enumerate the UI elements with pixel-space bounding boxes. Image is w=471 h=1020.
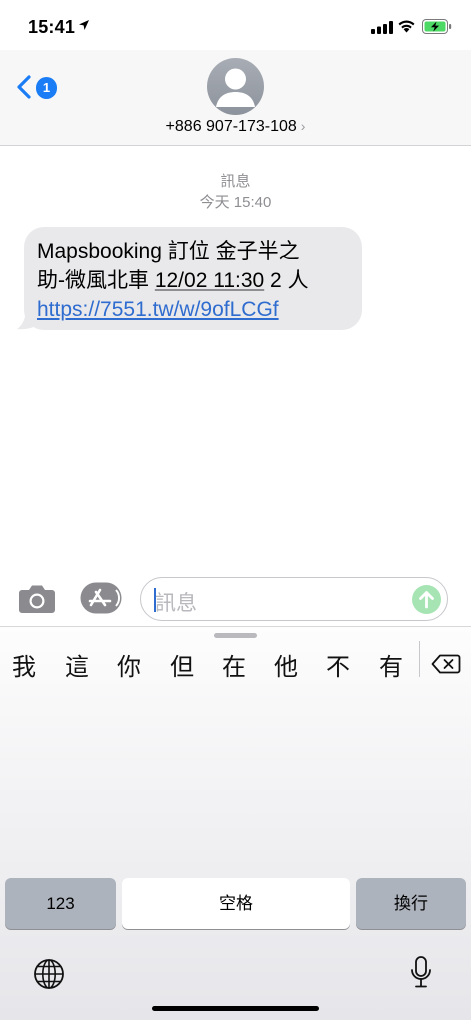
candidate-word[interactable]: 在 (222, 647, 246, 682)
wifi-icon (398, 20, 415, 33)
send-button[interactable] (412, 585, 441, 614)
message-input[interactable]: 訊息 (140, 577, 448, 621)
delete-icon[interactable] (431, 654, 461, 674)
candidate-word[interactable]: 他 (274, 647, 298, 682)
globe-icon[interactable] (33, 958, 65, 990)
camera-icon (19, 585, 55, 613)
message-line-2: 助-微風北車 12/02 11:30 2 人 (37, 266, 350, 295)
candidate-word[interactable]: 但 (170, 647, 194, 682)
location-arrow-icon (79, 20, 89, 30)
app-store-icon (80, 582, 122, 614)
numbers-key[interactable]: 123 (5, 878, 116, 929)
home-indicator[interactable] (152, 1006, 319, 1011)
message-text: 助-微風北車 (37, 269, 155, 292)
back-button[interactable]: 1 (16, 72, 60, 102)
send-arrow-icon (419, 591, 434, 609)
person-silhouette-icon (216, 68, 255, 107)
chevron-left-icon (17, 75, 31, 99)
contact-number: +886 907-173-108 (165, 118, 297, 135)
microphone-icon[interactable] (409, 955, 433, 991)
camera-button[interactable] (18, 584, 56, 614)
message-timestamp: 今天 15:40 (199, 194, 272, 211)
candidate-word[interactable]: 有 (379, 647, 403, 682)
message-line-1: Mapsbooking 訂位 金子半之 (37, 240, 300, 263)
candidate-word[interactable]: 這 (65, 647, 89, 682)
service-label: 訊息 (220, 173, 251, 190)
battery-charging-icon (422, 19, 452, 34)
contact-avatar[interactable] (207, 58, 264, 115)
message-composer: 訊息 (0, 572, 471, 624)
status-time: 15:41 (28, 17, 76, 37)
candidate-word[interactable]: 不 (326, 647, 350, 682)
return-key[interactable]: 換行 (356, 878, 466, 929)
app-store-button[interactable] (80, 582, 122, 614)
keyboard-grabber[interactable] (214, 633, 257, 638)
message-party-size: 2 人 (264, 269, 309, 292)
chevron-right-icon: › (300, 118, 306, 134)
keyboard: 我 這 你 但 在 他 不 有 123 空格 換行 (0, 626, 471, 1020)
message-date-link[interactable]: 12/02 11:30 (155, 269, 264, 292)
candidate-divider (419, 641, 420, 677)
candidate-word[interactable]: 我 (12, 647, 36, 682)
message-url-link[interactable]: https://7551.tw/w/9ofLCGf (37, 295, 350, 324)
signal-icon (371, 21, 393, 34)
candidate-word[interactable]: 你 (117, 647, 141, 682)
space-key[interactable]: 空格 (122, 878, 350, 929)
incoming-message-bubble[interactable]: Mapsbooking 訂位 金子半之 助-微風北車 12/02 11:30 2… (24, 227, 362, 330)
conversation-header: 1 +886 907-173-108 › (0, 50, 471, 146)
status-bar: 15:41 (0, 0, 471, 50)
unread-count-badge: 1 (36, 77, 57, 99)
contact-name[interactable]: +886 907-173-108 › (0, 118, 471, 136)
input-placeholder: 訊息 (155, 592, 197, 615)
candidate-bar: 我 這 你 但 在 他 不 有 (0, 647, 471, 681)
